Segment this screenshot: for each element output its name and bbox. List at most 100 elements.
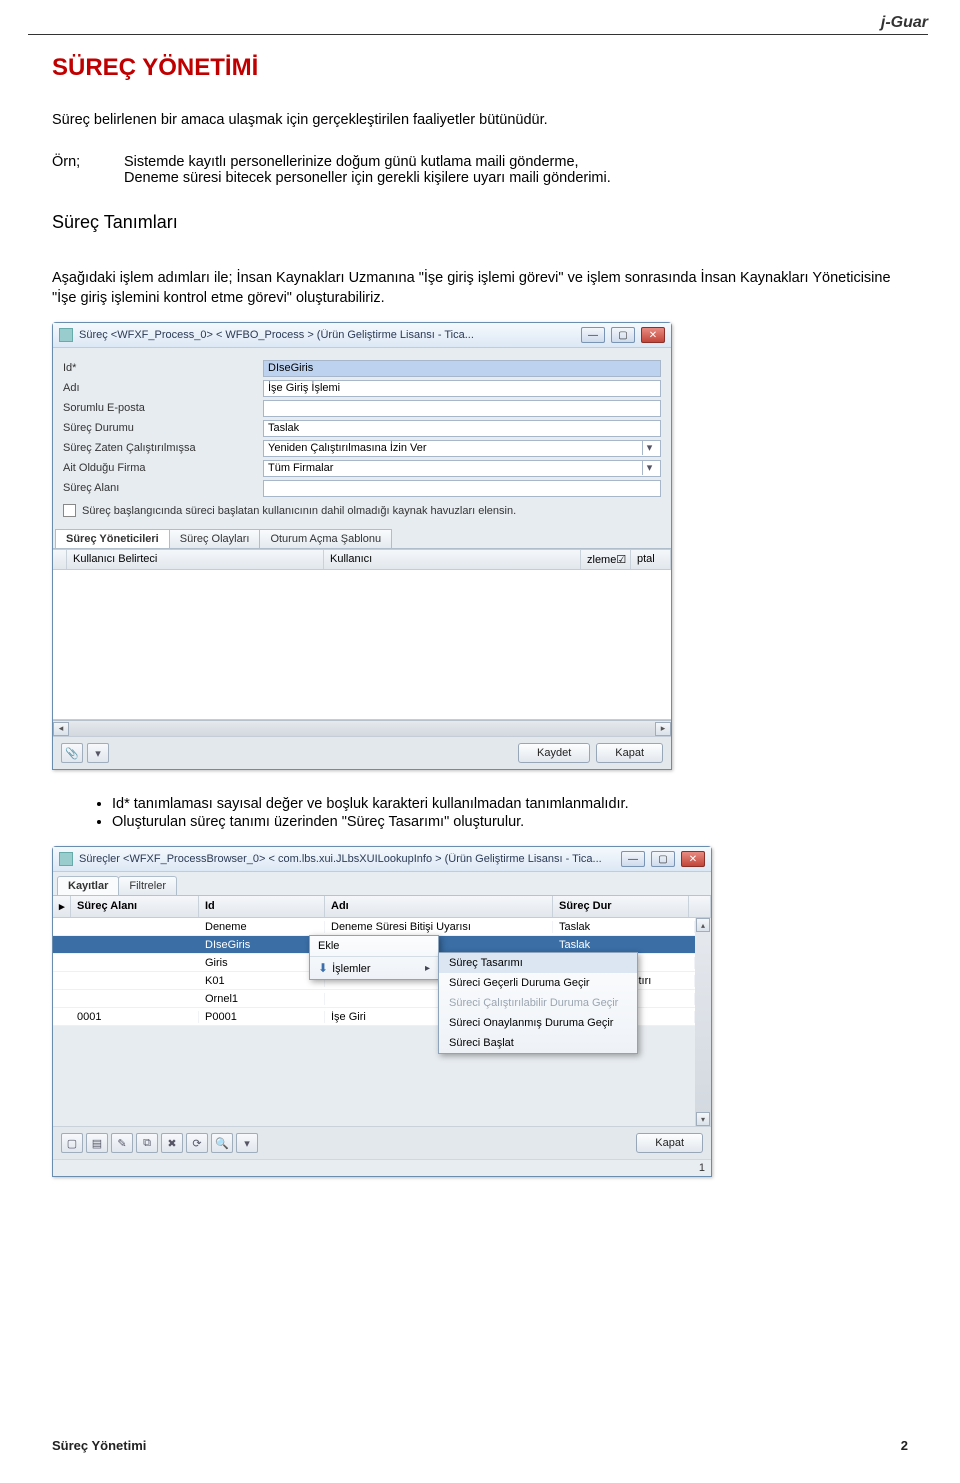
browser-grid-body[interactable]: DenemeDeneme Süresi Bitişi UyarısıTaslak… [53, 918, 695, 1026]
close-button[interactable]: ✕ [641, 327, 665, 343]
record-count: 1 [699, 1162, 705, 1174]
label-id: Id* [63, 362, 259, 374]
chevron-right-icon: ▸ [425, 963, 430, 974]
new-icon[interactable]: ▢ [61, 1133, 83, 1153]
tab-oturum[interactable]: Oturum Açma Şablonu [259, 529, 392, 548]
delete-icon[interactable]: ✖ [161, 1133, 183, 1153]
down-arrow-icon: ⬇ [318, 961, 328, 975]
col-kullanici-belirteci[interactable]: Kullanıcı Belirteci [67, 550, 324, 569]
ctx-menu-islemler[interactable]: ⬇İşlemler ▸ [310, 956, 438, 979]
field-alan[interactable] [263, 480, 661, 497]
col-id[interactable]: Id [199, 896, 325, 917]
kapat-button[interactable]: Kapat [636, 1133, 703, 1153]
maximize-button[interactable]: ▢ [651, 851, 675, 867]
tab-olaylari[interactable]: Süreç Olayları [169, 529, 261, 548]
footer-left: Süreç Yönetimi [52, 1438, 146, 1453]
tab-group: Süreç Yöneticileri Süreç Olayları Oturum… [53, 529, 671, 549]
col-surec-durumu[interactable]: Süreç Dur [553, 896, 689, 917]
maximize-button[interactable]: ▢ [611, 327, 635, 343]
page-title: SÜREÇ YÖNETİMİ [52, 54, 908, 82]
copy-icon[interactable]: ⧉ [136, 1133, 158, 1153]
checkbox-label: Süreç başlangıcında süreci başlatan kull… [82, 505, 516, 517]
example-body: Sistemde kayıtlı personellerinize doğum … [124, 154, 908, 186]
dropdown-icon[interactable]: ▾ [87, 743, 109, 763]
window-title: Süreçler <WFXF_ProcessBrowser_0> < com.l… [79, 853, 615, 865]
scroll-up-icon[interactable]: ▴ [696, 918, 710, 932]
ctx-menu-ekle[interactable]: Ekle [310, 936, 438, 956]
chevron-down-icon: ▾ [642, 461, 656, 475]
col-adi[interactable]: Adı [325, 896, 553, 917]
intro-text: Süreç belirlenen bir amaca ulaşmak için … [52, 112, 908, 128]
field-durum: Taslak [263, 420, 661, 437]
minimize-button[interactable]: — [621, 851, 645, 867]
label-zaten: Süreç Zaten Çalıştırılmışsa [63, 442, 259, 454]
browser-grid-header: ▸ Süreç Alanı Id Adı Süreç Dur [53, 896, 711, 918]
context-submenu[interactable]: Süreç Tasarımı Süreci Geçerli Duruma Geç… [438, 952, 638, 1054]
window-titlebar: Süreç <WFXF_Process_0> < WFBO_Process > … [53, 323, 671, 348]
label-adi: Adı [63, 382, 259, 394]
checkbox-exclude-pools[interactable] [63, 504, 76, 517]
open-icon[interactable]: ▤ [86, 1133, 108, 1153]
window-titlebar: Süreçler <WFXF_ProcessBrowser_0> < com.l… [53, 847, 711, 872]
bullet-item: Oluşturulan süreç tanımı üzerinden "Süre… [112, 814, 908, 830]
bullet-list: Id* tanımlaması sayısal değer ve boşluk … [112, 796, 908, 830]
kapat-button[interactable]: Kapat [596, 743, 663, 763]
field-sorumlu[interactable] [263, 400, 661, 417]
col-surec-alani[interactable]: Süreç Alanı [71, 896, 199, 917]
dropdown-icon[interactable]: ▾ [236, 1133, 258, 1153]
tab-kayitlar[interactable]: Kayıtlar [57, 876, 119, 895]
col-izleme[interactable]: zleme☑ [581, 550, 631, 569]
body-paragraph: Aşağıdaki işlem adımları ile; İnsan Kayn… [52, 269, 908, 308]
label-alan: Süreç Alanı [63, 482, 259, 494]
submenu-onaylanmis[interactable]: Süreci Onaylanmış Duruma Geçir [439, 1013, 637, 1033]
app-icon [59, 328, 73, 342]
table-row[interactable]: DenemeDeneme Süresi Bitişi UyarısıTaslak [53, 918, 695, 936]
example-label: Örn; [52, 154, 92, 186]
scroll-left-icon[interactable]: ◂ [53, 722, 69, 736]
app-icon [59, 852, 73, 866]
footer-page-number: 2 [901, 1438, 908, 1453]
attach-icon[interactable]: 📎 [61, 743, 83, 763]
tab-filtreler[interactable]: Filtreler [118, 876, 177, 895]
horizontal-scrollbar[interactable]: ◂ ▸ [53, 720, 671, 736]
label-sorumlu: Sorumlu E-posta [63, 402, 259, 414]
example-line1: Sistemde kayıtlı personellerinize doğum … [124, 154, 908, 170]
kaydet-button[interactable]: Kaydet [518, 743, 590, 763]
row-marker-col: ▸ [53, 896, 71, 917]
subsection-heading: Süreç Tanımları [52, 212, 908, 233]
tab-yoneticileri[interactable]: Süreç Yöneticileri [55, 529, 170, 548]
col-spacer [689, 896, 711, 917]
scroll-down-icon[interactable]: ▾ [696, 1112, 710, 1126]
label-durum: Süreç Durumu [63, 422, 259, 434]
label-firma: Ait Olduğu Firma [63, 462, 259, 474]
grid-body[interactable] [53, 570, 671, 720]
browser-footer: ▢ ▤ ✎ ⧉ ✖ ⟳ 🔍 ▾ Kapat [53, 1126, 711, 1159]
field-id[interactable]: DIseGiris [263, 360, 661, 377]
window-body: Id* DIseGiris Adı İşe Giriş İşlemi Sorum… [53, 348, 671, 769]
close-button[interactable]: ✕ [681, 851, 705, 867]
submenu-calistirilabilir: Süreci Çalıştırılabilir Duruma Geçir [439, 993, 637, 1013]
field-firma[interactable]: Tüm Firmalar▾ [263, 460, 661, 477]
search-icon[interactable]: 🔍 [211, 1133, 233, 1153]
grid-header: Kullanıcı Belirteci Kullanıcı zleme☑ pta… [53, 549, 671, 570]
col-iptal[interactable]: ptal [631, 550, 671, 569]
scroll-right-icon[interactable]: ▸ [655, 722, 671, 736]
window-title: Süreç <WFXF_Process_0> < WFBO_Process > … [79, 329, 575, 341]
context-menu[interactable]: Ekle ⬇İşlemler ▸ [309, 935, 439, 980]
submenu-gecerli[interactable]: Süreci Geçerli Duruma Geçir [439, 973, 637, 993]
minimize-button[interactable]: — [581, 327, 605, 343]
process-browser-window: Süreçler <WFXF_ProcessBrowser_0> < com.l… [52, 846, 712, 1177]
vertical-scrollbar[interactable]: ▴ ▾ [695, 918, 711, 1126]
bullet-item: Id* tanımlaması sayısal değer ve boşluk … [112, 796, 908, 812]
col-kullanici[interactable]: Kullanıcı [324, 550, 581, 569]
field-zaten[interactable]: Yeniden Çalıştırılmasına İzin Ver▾ [263, 440, 661, 457]
refresh-icon[interactable]: ⟳ [186, 1133, 208, 1153]
submenu-baslat[interactable]: Süreci Başlat [439, 1033, 637, 1053]
submenu-surec-tasarimi[interactable]: Süreç Tasarımı [439, 953, 637, 973]
field-adi[interactable]: İşe Giriş İşlemi [263, 380, 661, 397]
example-line2: Deneme süresi bitecek personeller için g… [124, 170, 908, 186]
window-footer: 📎 ▾ Kaydet Kapat [53, 736, 671, 769]
edit-icon[interactable]: ✎ [111, 1133, 133, 1153]
status-row: 1 [53, 1159, 711, 1176]
chevron-down-icon: ▾ [642, 441, 656, 455]
